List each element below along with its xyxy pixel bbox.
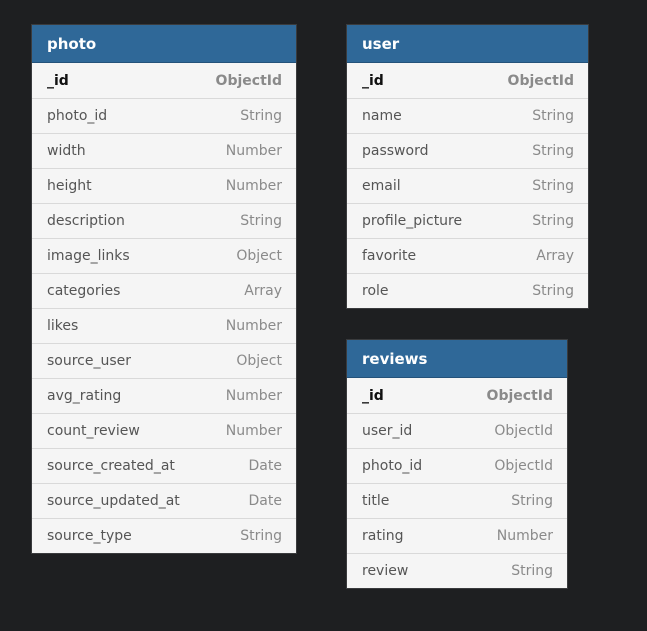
field-row-photo-count-review[interactable]: count_review Number	[32, 413, 296, 448]
field-row-photo-likes[interactable]: likes Number	[32, 308, 296, 343]
field-row-user-password[interactable]: password String	[347, 133, 588, 168]
field-row-photo-id[interactable]: _id ObjectId	[32, 63, 296, 98]
field-type: Number	[225, 143, 282, 159]
field-type: String	[240, 213, 282, 229]
field-type: String	[532, 143, 574, 159]
field-type: String	[240, 528, 282, 544]
field-type: Date	[248, 493, 282, 509]
field-row-user-role[interactable]: role String	[347, 273, 588, 308]
field-type: Date	[248, 458, 282, 474]
field-type: Number	[496, 528, 553, 544]
field-type: ObjectId	[494, 458, 553, 474]
field-row-photo-width[interactable]: width Number	[32, 133, 296, 168]
field-name: source_created_at	[47, 458, 175, 474]
field-type: Number	[225, 423, 282, 439]
field-row-photo-categories[interactable]: categories Array	[32, 273, 296, 308]
field-row-reviews-id[interactable]: _id ObjectId	[347, 378, 567, 413]
field-name: avg_rating	[47, 388, 122, 404]
field-name: _id	[362, 72, 384, 89]
field-name: width	[47, 143, 86, 159]
field-name: review	[362, 563, 409, 579]
field-type: ObjectId	[215, 72, 282, 89]
field-row-user-id[interactable]: _id ObjectId	[347, 63, 588, 98]
field-type: String	[532, 283, 574, 299]
field-row-photo-source-updated-at[interactable]: source_updated_at Date	[32, 483, 296, 518]
field-name: photo_id	[362, 458, 423, 474]
field-type: ObjectId	[486, 387, 553, 404]
field-type: String	[532, 213, 574, 229]
field-row-user-email[interactable]: email String	[347, 168, 588, 203]
table-photo[interactable]: photo _id ObjectId photo_id String width Numb…	[32, 25, 296, 553]
field-row-user-name[interactable]: name String	[347, 98, 588, 133]
field-name: description	[47, 213, 125, 229]
field-row-photo-height[interactable]: height Number	[32, 168, 296, 203]
field-name: role	[362, 283, 389, 299]
field-row-reviews-review[interactable]: review String	[347, 553, 567, 588]
field-row-reviews-rating[interactable]: rating Number	[347, 518, 567, 553]
field-name: rating	[362, 528, 404, 544]
field-type: String	[240, 108, 282, 124]
table-header-reviews[interactable]: reviews	[347, 340, 567, 378]
field-name: height	[47, 178, 92, 194]
table-header-user[interactable]: user	[347, 25, 588, 63]
field-row-user-favorite[interactable]: favorite Array	[347, 238, 588, 273]
field-row-photo-source-created-at[interactable]: source_created_at Date	[32, 448, 296, 483]
table-body-photo: _id ObjectId photo_id String width Number heig…	[32, 63, 296, 553]
field-row-photo-photo-id[interactable]: photo_id String	[32, 98, 296, 133]
field-type: String	[511, 493, 553, 509]
field-name: count_review	[47, 423, 140, 439]
field-name: profile_picture	[362, 213, 463, 229]
diagram-canvas: photo _id ObjectId photo_id String width Numb…	[0, 0, 647, 631]
field-type: Array	[244, 283, 282, 299]
field-name: name	[362, 108, 402, 124]
field-type: Array	[536, 248, 574, 264]
table-reviews[interactable]: reviews _id ObjectId user_id ObjectId photo_…	[347, 340, 567, 588]
field-row-photo-source-type[interactable]: source_type String	[32, 518, 296, 553]
field-row-reviews-photo-id[interactable]: photo_id ObjectId	[347, 448, 567, 483]
field-name: photo_id	[47, 108, 108, 124]
table-body-reviews: _id ObjectId user_id ObjectId photo_id Object…	[347, 378, 567, 588]
field-type: String	[511, 563, 553, 579]
table-header-photo[interactable]: photo	[32, 25, 296, 63]
field-name: user_id	[362, 423, 413, 439]
field-name: email	[362, 178, 401, 194]
field-row-user-profile-picture[interactable]: profile_picture String	[347, 203, 588, 238]
field-name: image_links	[47, 248, 130, 264]
field-type: String	[532, 178, 574, 194]
field-name: source_type	[47, 528, 132, 544]
field-type: ObjectId	[507, 72, 574, 89]
field-name: source_user	[47, 353, 132, 369]
field-row-photo-description[interactable]: description String	[32, 203, 296, 238]
table-user[interactable]: user _id ObjectId name String password String…	[347, 25, 588, 308]
field-row-photo-source-user[interactable]: source_user Object	[32, 343, 296, 378]
field-name: title	[362, 493, 390, 509]
field-type: Number	[225, 388, 282, 404]
field-row-photo-image-links[interactable]: image_links Object	[32, 238, 296, 273]
field-row-reviews-user-id[interactable]: user_id ObjectId	[347, 413, 567, 448]
field-type: String	[532, 108, 574, 124]
table-body-user: _id ObjectId name String password String email…	[347, 63, 588, 308]
field-type: Number	[225, 178, 282, 194]
field-name: likes	[47, 318, 79, 334]
field-row-reviews-title[interactable]: title String	[347, 483, 567, 518]
field-name: favorite	[362, 248, 417, 264]
field-row-photo-avg-rating[interactable]: avg_rating Number	[32, 378, 296, 413]
field-name: categories	[47, 283, 121, 299]
field-type: Number	[225, 318, 282, 334]
field-type: Object	[236, 353, 282, 369]
field-type: Object	[236, 248, 282, 264]
field-type: ObjectId	[494, 423, 553, 439]
field-name: _id	[362, 387, 384, 404]
field-name: source_updated_at	[47, 493, 180, 509]
field-name: _id	[47, 72, 69, 89]
field-name: password	[362, 143, 429, 159]
